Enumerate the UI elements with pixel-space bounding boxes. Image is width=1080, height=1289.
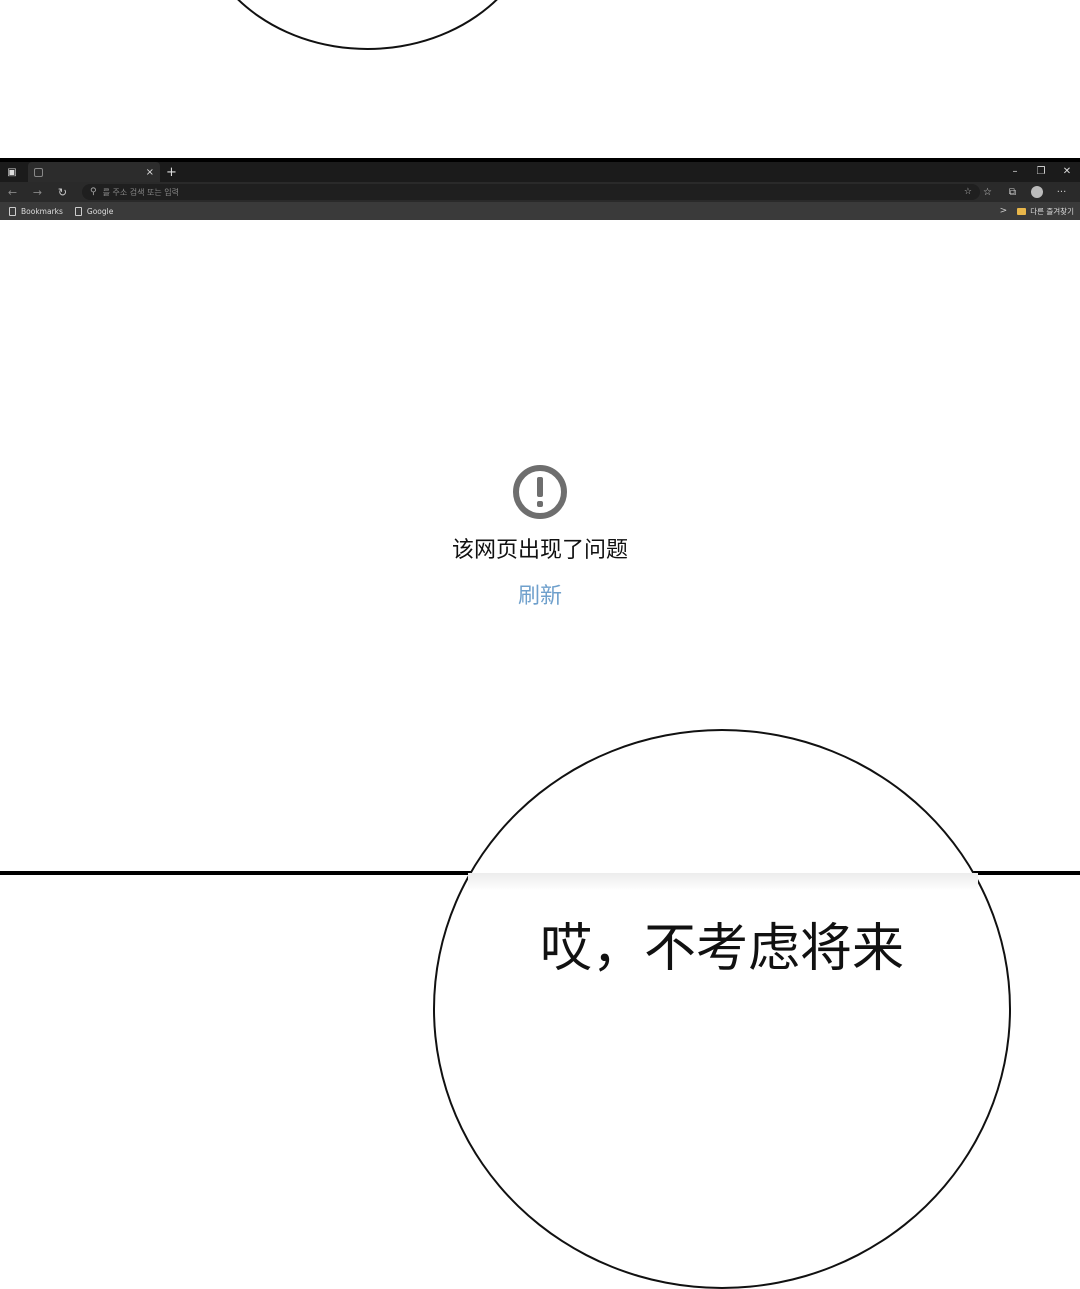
restore-button[interactable]: ❐ bbox=[1028, 162, 1054, 182]
favorites-icon[interactable]: ☆ bbox=[975, 187, 1000, 198]
window-menu-icon[interactable]: ▣ bbox=[0, 162, 24, 182]
folder-icon bbox=[1017, 207, 1027, 215]
browser-tab[interactable]: × bbox=[28, 162, 160, 182]
new-tab-button[interactable]: + bbox=[166, 165, 177, 180]
window-controls: – ❐ ✕ bbox=[1002, 162, 1080, 182]
navigation-bar: ← → ↻ ⚲ ☆ ☆ ⧉ ··· bbox=[0, 182, 1080, 202]
bookmarks-right: > 다른 즐겨찾기 bbox=[1000, 202, 1074, 220]
bubble-line: 哎，不考虑将来 bbox=[539, 919, 904, 979]
profile-avatar[interactable] bbox=[1031, 186, 1043, 198]
error-message: 该网页出现了问题 bbox=[451, 538, 628, 563]
speech-bubble-top bbox=[195, 0, 540, 50]
error-alert-icon bbox=[512, 464, 568, 520]
more-menu-button[interactable]: ··· bbox=[1049, 187, 1074, 198]
bookmark-page-icon bbox=[9, 206, 16, 216]
bubble-shade bbox=[468, 873, 978, 891]
tab-favicon-icon bbox=[34, 167, 43, 177]
bookmark-label: Bookmarks bbox=[21, 206, 63, 216]
bookmark-item[interactable]: Google bbox=[72, 206, 116, 216]
bookmark-page-icon bbox=[74, 206, 82, 216]
refresh-link[interactable]: 刷新 bbox=[518, 578, 562, 610]
forward-button[interactable]: → bbox=[25, 186, 50, 199]
speech-bubble-bottom bbox=[433, 729, 1011, 1289]
toolbar-right: ☆ ⧉ ··· bbox=[975, 182, 1074, 202]
other-favorites-button[interactable]: 다른 즐겨찾기 bbox=[1030, 206, 1074, 217]
title-bar: ▣ × + – ❐ ✕ bbox=[0, 158, 1080, 182]
tab-close-icon[interactable]: × bbox=[146, 167, 154, 178]
close-window-button[interactable]: ✕ bbox=[1054, 162, 1080, 182]
browser-window: ▣ × + – ❐ ✕ ← → ↻ ⚲ ☆ ☆ ⧉ ··· Bookmar bbox=[0, 158, 1080, 220]
minimize-button[interactable]: – bbox=[1002, 162, 1028, 182]
address-input[interactable] bbox=[102, 187, 403, 197]
chevron-right-icon[interactable]: > bbox=[1000, 206, 1008, 216]
bookmark-label: Google bbox=[86, 206, 114, 216]
address-bar[interactable]: ⚲ ☆ bbox=[82, 184, 980, 200]
reload-button[interactable]: ↻ bbox=[50, 186, 75, 199]
bookmark-item[interactable]: Bookmarks bbox=[6, 206, 66, 216]
error-page: 该网页出现了问题 刷新 bbox=[0, 464, 1080, 610]
search-icon: ⚲ bbox=[90, 187, 97, 197]
speech-bubble-text: 哎，不考虑将来 bbox=[436, 918, 1008, 980]
bookmarks-bar: Bookmarks Google > 다른 즐겨찾기 bbox=[0, 202, 1080, 220]
back-button[interactable]: ← bbox=[0, 186, 25, 199]
add-favorite-icon[interactable]: ☆ bbox=[964, 187, 972, 197]
collections-icon[interactable]: ⧉ bbox=[1000, 187, 1025, 198]
